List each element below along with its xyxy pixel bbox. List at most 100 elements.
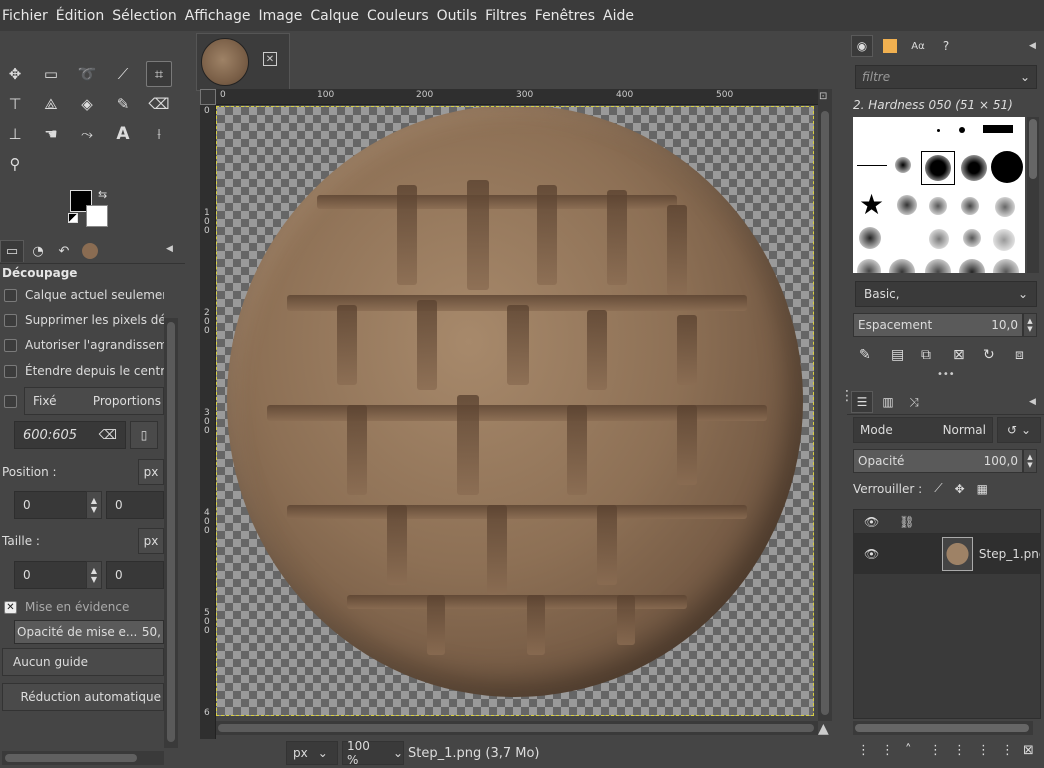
expand-center-option[interactable]: Étendre depuis le centre	[4, 360, 164, 382]
size-unit-select[interactable]: px	[138, 528, 164, 554]
stepper-up-icon[interactable]: ▲	[1027, 317, 1032, 325]
allow-growing-option[interactable]: Autoriser l'agrandisseme	[4, 334, 164, 356]
menu-filtres[interactable]: Filtres	[485, 8, 527, 24]
layer-row[interactable]: 👁 Step_1.png	[854, 534, 1040, 574]
composite-mode-button[interactable]: ↺ ⌄	[997, 417, 1041, 443]
paths-tab-icon[interactable]: ⤨	[903, 391, 925, 413]
ruler-vertical[interactable]: 0 1 0 0 2 0 0 3 0 0 4 0 0 5 0 0 6	[200, 105, 216, 745]
brush-grid-scrollbar[interactable]	[1027, 117, 1039, 273]
autoshrink-button[interactable]: Réduction automatique	[2, 683, 164, 711]
bucket-fill-icon[interactable]: ◈	[74, 91, 100, 117]
fixed-checkbox[interactable]	[4, 394, 17, 408]
menu-selection[interactable]: Sélection	[112, 8, 177, 24]
paintbrush-icon[interactable]: ✎	[110, 91, 136, 117]
fonts-tab-icon[interactable]: Aα	[907, 35, 929, 57]
highlight-opacity-slider[interactable]: Opacité de mise e... 50,	[14, 620, 164, 644]
lock-alpha-icon[interactable]: ▦	[977, 482, 988, 496]
delete-layer-icon[interactable]: ⊠	[1023, 743, 1034, 758]
paths-tool-icon[interactable]: ⤳	[74, 121, 100, 147]
delete-brush-icon[interactable]: ⊠	[953, 347, 965, 363]
slider-bar[interactable]: Espacement 10,0	[853, 313, 1023, 337]
raise-layer-icon[interactable]: ˄	[905, 743, 912, 758]
opacity-stepper[interactable]: ▲ ▼	[1023, 449, 1037, 473]
scrollbar-thumb[interactable]	[821, 111, 829, 715]
new-layer-group-icon[interactable]: ⋮	[881, 743, 894, 758]
edit-brush-icon[interactable]: ✎	[859, 347, 871, 363]
rect-select-tool-icon[interactable]: ▭	[38, 61, 64, 87]
delete-pixels-option[interactable]: Supprimer les pixels déco	[4, 309, 164, 331]
brush-spacing-slider[interactable]: Espacement 10,0 ▲ ▼	[853, 313, 1041, 337]
help-tab-icon[interactable]: ?	[935, 35, 957, 57]
menu-calque[interactable]: Calque	[310, 8, 359, 24]
channels-tab-icon[interactable]: ▥	[877, 391, 899, 413]
brushes-tab-icon[interactable]: ◉	[851, 35, 873, 57]
device-status-tab-icon[interactable]: ◔	[26, 240, 50, 262]
highlight-option[interactable]: ✕ Mise en évidence	[4, 596, 164, 618]
unit-select[interactable]: px ⌄	[286, 741, 338, 765]
open-brush-icon[interactable]: ⧈	[1015, 347, 1024, 363]
zoom-fit-icon[interactable]: ⊡	[819, 91, 827, 102]
checkbox[interactable]	[4, 288, 17, 302]
tool-options-tab-icon[interactable]: ▭	[0, 240, 24, 262]
reset-colors-icon[interactable]	[68, 213, 78, 223]
checkbox[interactable]	[4, 364, 17, 378]
scrollbar-thumb[interactable]	[855, 724, 1029, 732]
clear-icon[interactable]: ⌫	[99, 428, 117, 443]
zoom-select[interactable]: 100 % ⌄	[342, 739, 404, 767]
layer-mode-select[interactable]: Mode Normal	[853, 417, 993, 443]
canvas-vscrollbar[interactable]: ⊡	[818, 89, 832, 721]
fixed-checkbox-wrap[interactable]	[4, 390, 22, 412]
highlight-checkbox[interactable]: ✕	[4, 600, 17, 614]
stepper-up-icon[interactable]: ▲	[91, 496, 97, 505]
size-w-field[interactable]: 0	[14, 561, 88, 589]
stepper-down-icon[interactable]: ▼	[91, 505, 97, 514]
duplicate-layer-icon[interactable]: ⋮	[953, 743, 966, 758]
refresh-brushes-icon[interactable]: ↻	[983, 347, 995, 363]
quick-mask-icon[interactable]	[200, 89, 216, 105]
right-sash-handle[interactable]: •••	[937, 369, 955, 380]
configure-tab-icon[interactable]: ◀	[1029, 397, 1036, 407]
undo-history-tab-icon[interactable]: ↶	[52, 240, 76, 262]
tool-options-hscrollbar[interactable]	[2, 751, 164, 765]
scrollbar-thumb[interactable]	[167, 322, 175, 742]
scrollbar-thumb[interactable]	[1029, 119, 1037, 179]
color-picker-icon[interactable]: ⟊	[146, 121, 172, 147]
menu-fenetres[interactable]: Fenêtres	[535, 8, 595, 24]
checkbox[interactable]	[4, 338, 17, 352]
scrollbar-thumb[interactable]	[5, 754, 137, 762]
layer-name[interactable]: Step_1.png	[979, 547, 1040, 561]
smudge-tool-icon[interactable]: ☚	[38, 121, 64, 147]
lock-pixels-icon[interactable]: ⟋	[934, 481, 942, 496]
mask-layer-icon[interactable]: ⋮	[1001, 743, 1014, 758]
image-canvas[interactable]	[216, 106, 814, 716]
menu-outils[interactable]: Outils	[437, 8, 477, 24]
tool-options-scrollbar[interactable]	[164, 318, 178, 748]
layer-visibility-icon[interactable]: 👁	[864, 547, 879, 561]
menu-aide[interactable]: Aide	[603, 8, 634, 24]
image-tab[interactable]: ✕	[196, 33, 290, 91]
guides-select[interactable]: Aucun guide	[2, 648, 164, 676]
menu-affichage[interactable]: Affichage	[185, 8, 251, 24]
close-tab-icon[interactable]: ✕	[263, 52, 277, 66]
position-x-field[interactable]: 0	[14, 491, 88, 519]
new-brush-icon[interactable]: ▤	[891, 347, 904, 363]
layer-opacity-slider[interactable]: Opacité 100,0 ▲ ▼	[853, 449, 1041, 473]
text-tool-icon[interactable]: A	[110, 121, 136, 147]
configure-tab-icon[interactable]: ◀	[166, 244, 173, 254]
scrollbar-thumb[interactable]	[218, 724, 814, 732]
ratio-field[interactable]: 600:605 ⌫	[14, 421, 126, 449]
landscape-portrait-icon[interactable]: ▯	[130, 421, 158, 449]
stepper-down-icon[interactable]: ▼	[1027, 325, 1032, 333]
right-dock-sash-handle[interactable]: ⋮	[840, 388, 854, 404]
zoom-tool-icon[interactable]: ⚲	[2, 151, 28, 177]
fixed-mode-select[interactable]: Fixé Proportions	[24, 387, 164, 415]
brush-preset-select[interactable]: Basic, ⌄	[855, 281, 1037, 307]
new-layer-icon[interactable]: ⋮	[857, 743, 870, 758]
lower-layer-icon[interactable]: ⋮	[929, 743, 942, 758]
ruler-horizontal[interactable]: 0 100 200 300 400 500	[216, 89, 818, 105]
checkbox[interactable]	[4, 313, 17, 327]
background-color[interactable]	[86, 205, 108, 227]
configure-tab-icon[interactable]: ◀	[1029, 41, 1036, 51]
images-tab-icon[interactable]	[78, 240, 102, 262]
navigate-icon[interactable]: ▲	[818, 721, 829, 737]
